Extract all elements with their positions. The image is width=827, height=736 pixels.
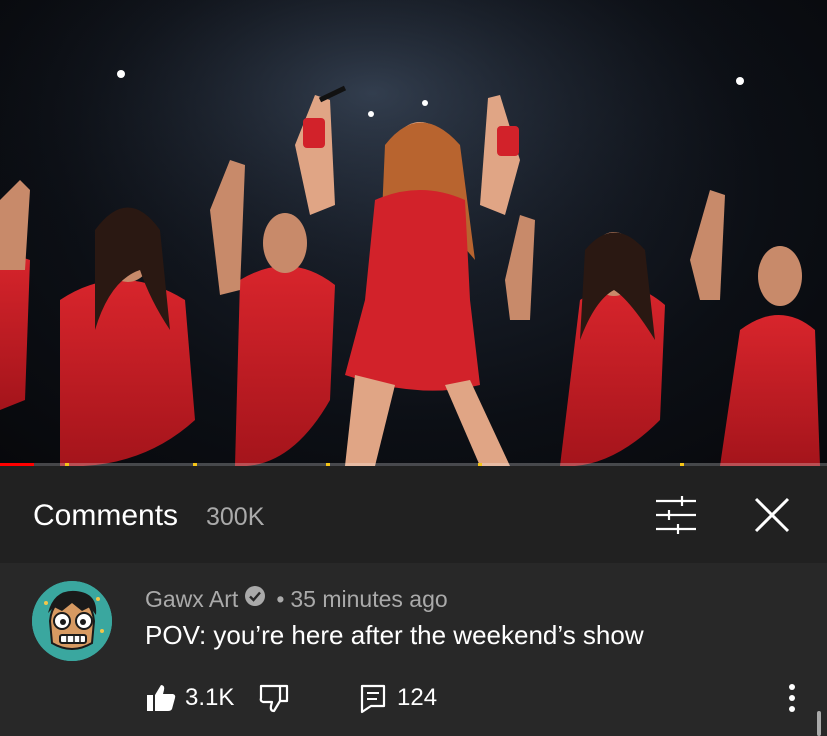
video-progress-fill — [0, 463, 34, 466]
comments-count: 300K — [206, 503, 265, 531]
sort-comments-button[interactable] — [652, 493, 700, 537]
like-count: 3.1K — [185, 684, 235, 711]
avatar[interactable] — [32, 581, 112, 661]
video-progress-bar[interactable] — [0, 463, 827, 466]
reply-count: 124 — [397, 684, 438, 711]
reply-button[interactable]: 124 — [359, 681, 449, 715]
scrollbar[interactable] — [817, 711, 821, 736]
verified-check-icon — [244, 585, 266, 613]
comment-text: POV: you’re here after the weekend’s sho… — [145, 620, 644, 650]
thumbs-up-icon — [147, 685, 176, 711]
comment-meta: Gawx Art • 35 minutes ago — [145, 583, 448, 613]
close-comments-button[interactable] — [748, 491, 796, 539]
ad-marker — [326, 463, 330, 466]
comment-author[interactable]: Gawx Art — [145, 586, 238, 612]
comment-timestamp: 35 minutes ago — [290, 585, 448, 612]
ad-marker — [65, 463, 69, 466]
sliders-icon — [656, 496, 696, 534]
comments-header: Comments 300K — [0, 467, 827, 563]
ad-marker — [680, 463, 684, 466]
ad-marker — [193, 463, 197, 466]
comment-icon — [360, 684, 386, 714]
comments-title: Comments — [33, 499, 179, 532]
like-button[interactable]: 3.1K — [145, 681, 235, 715]
meta-separator: • — [276, 585, 285, 612]
thumbs-down-icon — [259, 684, 289, 713]
comment-thread: Gawx Art • 35 minutes ago POV: you’re here… — [0, 563, 827, 736]
more-vertical-icon — [789, 684, 795, 712]
video-player[interactable] — [0, 0, 827, 466]
comment-more-button[interactable] — [778, 681, 806, 715]
avatar-illustration — [32, 581, 112, 661]
ad-marker — [478, 463, 482, 466]
close-icon — [754, 497, 790, 533]
dislike-button[interactable] — [258, 681, 292, 715]
video-frame — [0, 0, 827, 466]
